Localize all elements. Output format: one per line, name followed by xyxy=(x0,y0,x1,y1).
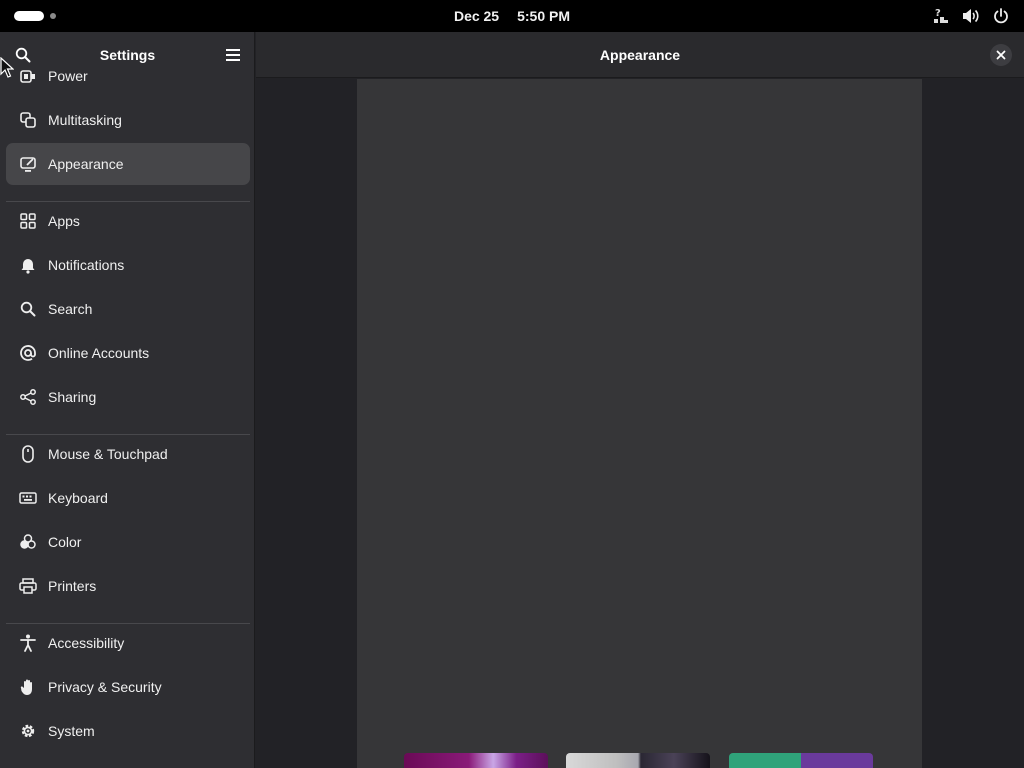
workspace-inactive-indicator xyxy=(50,13,56,19)
workspace-active-indicator xyxy=(14,11,44,21)
sidebar-item-label: Multitasking xyxy=(48,112,122,128)
system-tray: ? xyxy=(932,6,1010,26)
clock-date[interactable]: Dec 25 xyxy=(454,8,499,24)
accessibility-icon xyxy=(18,633,38,653)
wallpaper-thumbnail-1[interactable] xyxy=(404,753,548,768)
sidebar-item-sharing[interactable]: Sharing xyxy=(6,376,250,418)
sidebar-item-label: Online Accounts xyxy=(48,345,150,361)
sidebar: Settings Power Multitasking Appearance A… xyxy=(0,32,255,768)
sidebar-item-accessibility[interactable]: Accessibility xyxy=(6,622,250,664)
share-icon xyxy=(18,387,38,407)
printer-icon xyxy=(18,576,38,596)
at-sign-icon xyxy=(18,343,38,363)
page-title: Appearance xyxy=(599,46,681,63)
sidebar-item-mouse-touchpad[interactable]: Mouse & Touchpad xyxy=(6,433,250,475)
appearance-icon xyxy=(18,154,38,174)
bell-icon xyxy=(18,255,38,275)
activities-button[interactable] xyxy=(14,11,56,21)
sidebar-item-label: Notifications xyxy=(48,257,125,273)
clock-time[interactable]: 5:50 PM xyxy=(517,8,570,24)
sidebar-item-label: Power xyxy=(48,68,88,84)
color-icon xyxy=(18,532,38,552)
sidebar-item-label: Keyboard xyxy=(48,490,108,506)
style-preview xyxy=(357,79,922,768)
content-header: Appearance xyxy=(256,32,1024,78)
sidebar-item-label: Color xyxy=(48,534,82,550)
multitasking-icon xyxy=(18,110,38,130)
apps-grid-icon xyxy=(18,211,38,231)
sidebar-item-power[interactable]: Power xyxy=(6,55,250,97)
sidebar-item-label: Apps xyxy=(48,213,80,229)
sidebar-item-label: Privacy & Security xyxy=(48,679,162,695)
search-icon xyxy=(18,299,38,319)
sidebar-item-label: System xyxy=(48,723,95,739)
sidebar-item-keyboard[interactable]: Keyboard xyxy=(6,477,250,519)
content-pane: Appearance xyxy=(256,32,1024,768)
volume-icon[interactable] xyxy=(962,6,980,26)
settings-window: Settings Power Multitasking Appearance A… xyxy=(0,32,1024,768)
sidebar-item-system[interactable]: System xyxy=(6,710,250,752)
power-plug-icon xyxy=(18,66,38,86)
sidebar-item-color[interactable]: Color xyxy=(6,521,250,563)
sidebar-item-label: Appearance xyxy=(48,156,124,172)
sidebar-item-label: Accessibility xyxy=(48,635,125,651)
clock: Dec 25 5:50 PM xyxy=(0,0,1024,32)
hand-icon xyxy=(18,677,38,697)
sidebar-item-appearance[interactable]: Appearance xyxy=(6,143,250,185)
svg-text:?: ? xyxy=(935,8,941,19)
close-icon xyxy=(996,50,1006,60)
sidebar-item-multitasking[interactable]: Multitasking xyxy=(6,99,250,141)
power-icon[interactable] xyxy=(992,6,1010,26)
wallpaper-thumbnail-2[interactable] xyxy=(566,753,710,768)
sidebar-item-label: Mouse & Touchpad xyxy=(48,446,168,462)
sidebar-item-label: Printers xyxy=(48,578,97,594)
top-bar: Dec 25 5:50 PM ? xyxy=(0,0,1024,32)
sidebar-item-online-accounts[interactable]: Online Accounts xyxy=(6,332,250,374)
sidebar-item-printers[interactable]: Printers xyxy=(6,565,250,607)
sidebar-item-label: Sharing xyxy=(48,389,97,405)
mouse-pointer-icon xyxy=(0,57,14,78)
accessibility-network-icon[interactable]: ? xyxy=(932,6,950,26)
mouse-icon xyxy=(18,444,38,464)
keyboard-icon xyxy=(18,488,38,508)
sidebar-item-apps[interactable]: Apps xyxy=(6,200,250,242)
close-button[interactable] xyxy=(990,44,1012,66)
wallpaper-thumbnail-3[interactable] xyxy=(729,753,873,768)
sidebar-item-label: Search xyxy=(48,301,93,317)
sidebar-item-privacy-security[interactable]: Privacy & Security xyxy=(6,666,250,708)
gear-icon xyxy=(18,721,38,741)
sidebar-item-notifications[interactable]: Notifications xyxy=(6,244,250,286)
sidebar-item-search[interactable]: Search xyxy=(6,288,250,330)
